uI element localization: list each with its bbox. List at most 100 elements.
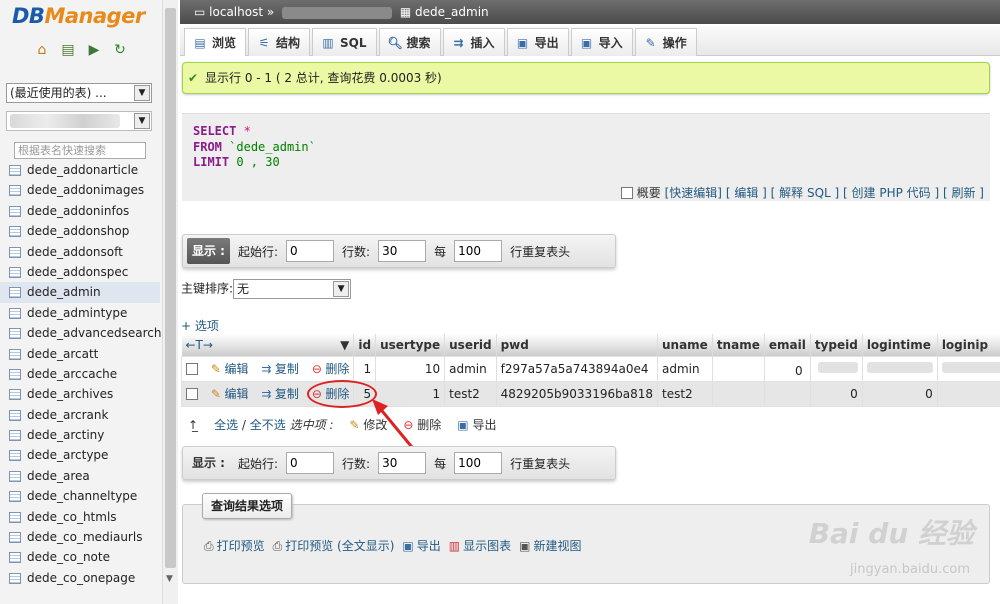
uncheck-all-link[interactable]: 全不选 — [250, 418, 286, 432]
sort-row: 主键排序: 无 ▼ — [181, 279, 352, 299]
recent-tables-select[interactable]: (最近使用的表) ... ▼ — [6, 83, 152, 103]
refresh-link[interactable]: [ 刷新 ] — [943, 186, 984, 200]
start-row-input[interactable] — [286, 452, 335, 474]
tab-operations[interactable]: ✎ 操作 — [634, 28, 697, 56]
sidebar-item-dede-addonsoft[interactable]: dede_addonsoft — [0, 242, 160, 262]
sidebar-item-dede-addoninfos[interactable]: dede_addoninfos — [0, 201, 160, 221]
copy-icon: ⇉ — [261, 387, 272, 401]
baidu-watermark-url: jingyan.baidu.com — [850, 562, 970, 577]
sort-by-key-select[interactable]: 无 ▼ — [233, 279, 352, 299]
sidebar-item-dede-arcatt[interactable]: dede_arcatt — [0, 344, 160, 364]
check-all-link[interactable]: 全选 — [214, 418, 238, 432]
breadcrumb-table[interactable]: dede_admin — [415, 5, 489, 19]
repeat-header-input[interactable] — [454, 452, 503, 474]
tab-insert[interactable]: ⇉ 插入 — [442, 28, 505, 56]
export-icon: ▣ — [457, 418, 469, 432]
table-icon: ▦ — [399, 5, 412, 19]
col-id[interactable]: id — [353, 334, 377, 356]
print-view-link[interactable]: ⎙ 打印预览 — [204, 537, 265, 554]
table-header-row: ←T→ ▼ id usertype userid pwd uname tname… — [181, 334, 1000, 356]
dbmanager-logo[interactable]: DBManager — [12, 4, 145, 28]
show-button[interactable]: 显示 : — [187, 450, 230, 476]
repeat-header-input[interactable] — [454, 240, 503, 262]
table-list: dede_addonarticle dede_addonimages dede_… — [0, 160, 162, 588]
display-chart-link[interactable]: ▥ 显示图表 — [449, 537, 511, 554]
sidebar-item-dede-advancedsearch[interactable]: dede_advancedsearch — [0, 323, 162, 343]
sidebar-item-dede-admin[interactable]: dede_admin — [0, 282, 160, 303]
col-typeid[interactable]: typeid — [810, 334, 863, 356]
start-row-input[interactable] — [286, 240, 335, 262]
sidebar-item-dede-co-onepage[interactable]: dede_co_onepage — [0, 568, 160, 588]
bulk-export-button[interactable]: ▣ 导出 — [457, 416, 496, 433]
sidebar-item-dede-channeltype[interactable]: dede_channeltype — [0, 486, 160, 506]
show-button[interactable]: 显示 : — [187, 238, 230, 264]
sidebar-item-dede-arctype[interactable]: dede_arctype — [0, 445, 160, 465]
inline-edit-link[interactable]: [快速编辑] — [665, 186, 722, 200]
copy-action[interactable]: ⇉ 复制 — [260, 387, 299, 401]
export-link[interactable]: ▣ 导出 — [402, 537, 440, 554]
home-icon[interactable]: ⌂ — [34, 42, 50, 58]
sidebar-item-dede-area[interactable]: dede_area — [0, 466, 160, 486]
rows-count-input[interactable] — [378, 452, 427, 474]
chevron-down-icon[interactable]: ▼ — [166, 574, 173, 584]
edit-action[interactable]: ✎ 编辑 — [209, 387, 249, 401]
sidebar-item-dede-addonimages[interactable]: dede_addonimages — [0, 180, 160, 200]
explain-sql-link[interactable]: [ 解释 SQL ] — [771, 186, 840, 200]
col-tname[interactable]: tname — [712, 334, 765, 356]
delete-action[interactable]: ⊖ 删除 — [310, 362, 350, 376]
tab-export[interactable]: ▣ 导出 — [506, 28, 569, 56]
print-view-full-link[interactable]: ⎙ 打印预览 (全文显示) — [273, 537, 395, 554]
row-checkbox[interactable] — [186, 363, 198, 375]
sidebar-scrollbar[interactable]: ▼ — [162, 0, 178, 604]
row-checkbox[interactable] — [186, 388, 198, 400]
table-row: ✎ 编辑 ⇉ 复制 ⊖ 删除 1 10 admin f297a57a5a743894a… — [180, 355, 1000, 382]
bulk-delete-button[interactable]: ⊖ 删除 — [403, 416, 441, 433]
breadcrumb-server[interactable]: localhost — [209, 5, 263, 19]
sidebar-item-dede-archives[interactable]: dede_archives — [0, 384, 160, 404]
tab-import[interactable]: ▣ 导入 — [570, 28, 633, 56]
col-pwd[interactable]: pwd — [496, 334, 658, 356]
scrollbar-thumb[interactable] — [165, 8, 176, 568]
reload-icon[interactable]: ↻ — [112, 42, 128, 58]
bulk-edit-button[interactable]: ✎ 修改 — [349, 416, 387, 433]
col-logintime[interactable]: logintime — [862, 334, 938, 356]
tab-search[interactable]: 🔍︎ 搜索 — [378, 28, 441, 56]
edit-action[interactable]: ✎ 编辑 — [209, 362, 249, 376]
query-results-links: ⎙ 打印预览 ⎙ 打印预览 (全文显示) ▣ 导出 ▥ 显示图表 ▣ 新建视图 — [204, 537, 582, 554]
query-window-icon[interactable]: ▶ — [86, 42, 102, 58]
column-resize-handle[interactable]: ←T→ ▼ — [181, 334, 355, 356]
col-loginip[interactable]: loginip — [937, 334, 1000, 356]
sidebar-item-dede-co-note[interactable]: dede_co_note — [0, 547, 160, 567]
database-select[interactable]: ▼ — [6, 111, 152, 131]
sidebar-item-dede-arctiny[interactable]: dede_arctiny — [0, 425, 160, 445]
sidebar-item-dede-addonspec[interactable]: dede_addonspec — [0, 262, 160, 282]
sidebar-item-dede-co-mediaurls[interactable]: dede_co_mediaurls — [0, 527, 160, 547]
sidebar-item-dede-admintype[interactable]: dede_admintype — [0, 303, 160, 323]
table-icon — [9, 409, 21, 421]
sidebar-item-dede-addonshop[interactable]: dede_addonshop — [0, 221, 160, 241]
export-icon: ▣ — [516, 35, 529, 50]
table-filter-input[interactable]: 根据表名快速搜索 — [14, 142, 146, 159]
tab-structure[interactable]: ⚟ 结构 — [248, 28, 311, 56]
blurred-database-name[interactable] — [282, 6, 393, 19]
exit-icon[interactable]: ▤ — [60, 42, 76, 58]
col-userid[interactable]: userid — [444, 334, 497, 356]
col-email[interactable]: email — [764, 334, 811, 356]
sidebar-item-dede-addonarticle[interactable]: dede_addonarticle — [0, 160, 160, 180]
sidebar-item-dede-co-htmls[interactable]: dede_co_htmls — [0, 507, 160, 527]
tab-browse[interactable]: ▤ 浏览 — [184, 28, 247, 56]
structure-icon: ⚟ — [258, 35, 270, 50]
copy-action[interactable]: ⇉ 复制 — [260, 362, 299, 376]
create-view-link[interactable]: ▣ 新建视图 — [519, 537, 581, 554]
edit-link[interactable]: [ 编辑 ] — [726, 186, 767, 200]
tab-sql[interactable]: ▥ SQL — [312, 28, 377, 56]
col-uname[interactable]: uname — [657, 334, 713, 356]
create-php-code-link[interactable]: [ 创建 PHP 代码 ] — [843, 186, 939, 200]
options-link[interactable]: + 选项 — [181, 317, 219, 334]
sidebar-item-dede-arccache[interactable]: dede_arccache — [0, 364, 160, 384]
col-usertype[interactable]: usertype — [375, 334, 446, 356]
sql-links: 概要 [快速编辑] [ 编辑 ] [ 解释 SQL ] [ 创建 PHP 代码 … — [620, 184, 984, 201]
sidebar-item-dede-arcrank[interactable]: dede_arcrank — [0, 405, 160, 425]
rows-count-input[interactable] — [378, 240, 427, 262]
profiling-checkbox[interactable] — [620, 187, 633, 199]
